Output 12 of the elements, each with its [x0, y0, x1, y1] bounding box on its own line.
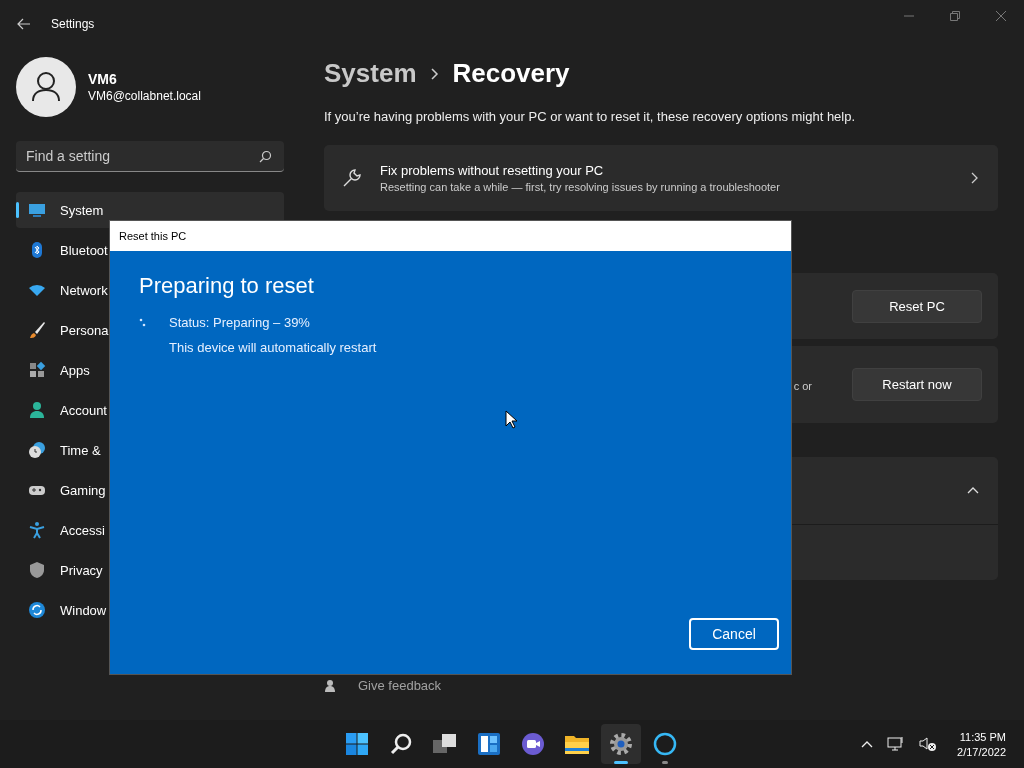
window-title: Settings	[51, 17, 95, 31]
page-title: Recovery	[452, 58, 570, 89]
restart-note: This device will automatically restart	[168, 340, 378, 355]
card-description: c or	[793, 380, 812, 392]
dialog-heading: Preparing to reset	[139, 273, 315, 299]
page-description: If you’re having problems with your PC or want to reset it, these recovery options might help.	[324, 109, 857, 124]
card-subtitle: Resetting can take a while — first, try resolving issues by running a troubleshooter	[380, 181, 781, 193]
status-text: Status: Preparing – 39%	[169, 315, 310, 330]
dialog-title: Reset this PC	[119, 230, 187, 242]
user-name: VM6	[88, 71, 118, 87]
card-title: Fix problems without resetting your PC	[380, 163, 605, 178]
user-email: VM6@collabnet.local	[88, 89, 201, 103]
